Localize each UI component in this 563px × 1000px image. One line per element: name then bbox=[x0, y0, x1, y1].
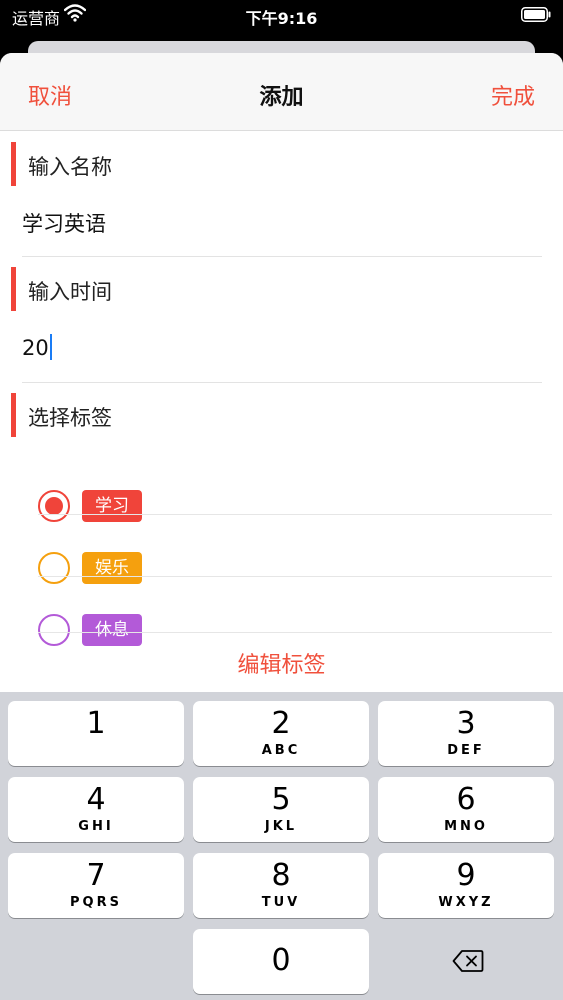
status-time: 下午9:16 bbox=[245, 9, 318, 28]
key-digit: 2 bbox=[271, 706, 291, 741]
tag-row[interactable]: 娱乐 bbox=[38, 538, 552, 599]
key-letters: PQRS bbox=[70, 895, 122, 910]
key-letters: WXYZ bbox=[438, 895, 494, 910]
divider bbox=[22, 256, 542, 257]
key-6[interactable]: 6 MNO bbox=[378, 777, 554, 842]
delete-backspace-icon bbox=[452, 950, 484, 972]
name-section-header: 输入名称 bbox=[0, 142, 563, 186]
key-5[interactable]: 5 JKL bbox=[193, 777, 369, 842]
radio-dot bbox=[45, 497, 63, 515]
section-accent-bar bbox=[11, 142, 16, 186]
tags-section-label: 选择标签 bbox=[28, 406, 112, 430]
tags-section-header: 选择标签 bbox=[0, 393, 563, 437]
tag-chip: 娱乐 bbox=[82, 552, 142, 584]
section-accent-bar bbox=[11, 267, 16, 311]
key-3[interactable]: 3 DEF bbox=[378, 701, 554, 766]
key-digit: 6 bbox=[456, 782, 476, 817]
key-9[interactable]: 9 WXYZ bbox=[378, 853, 554, 918]
key-0[interactable]: 0 bbox=[193, 929, 369, 994]
name-input-value: 学习英语 bbox=[22, 212, 106, 236]
row-divider bbox=[38, 576, 552, 577]
key-1[interactable]: 1 bbox=[8, 701, 184, 766]
key-digit: 7 bbox=[86, 858, 106, 893]
time-section-label: 输入时间 bbox=[28, 280, 112, 304]
key-4[interactable]: 4 GHI bbox=[8, 777, 184, 842]
radio-selected[interactable] bbox=[38, 490, 70, 522]
key-digit: 1 bbox=[86, 706, 106, 741]
time-input[interactable]: 20 bbox=[22, 328, 542, 368]
key-letters: MNO bbox=[444, 819, 488, 834]
row-divider bbox=[38, 632, 552, 633]
tag-row[interactable]: 学习 bbox=[38, 476, 552, 537]
time-section-header: 输入时间 bbox=[0, 267, 563, 311]
status-bar: 运营商 下午9:16 bbox=[0, 0, 563, 32]
done-button[interactable]: 完成 bbox=[491, 79, 535, 111]
page-title: 添加 bbox=[259, 85, 304, 110]
section-accent-bar bbox=[11, 393, 16, 437]
key-letters: DEF bbox=[447, 743, 485, 758]
text-cursor bbox=[49, 334, 52, 360]
key-digit: 0 bbox=[271, 943, 291, 978]
key-digit: 3 bbox=[456, 706, 476, 741]
edit-tags-button[interactable]: 编辑标签 bbox=[0, 647, 563, 679]
divider bbox=[22, 382, 542, 383]
radio-unselected[interactable] bbox=[38, 614, 70, 646]
battery-icon bbox=[521, 7, 551, 22]
key-digit: 4 bbox=[86, 782, 106, 817]
key-letters: ABC bbox=[261, 743, 301, 758]
time-input-value: 20 bbox=[22, 336, 49, 360]
radio-unselected[interactable] bbox=[38, 552, 70, 584]
key-7[interactable]: 7 PQRS bbox=[8, 853, 184, 918]
numeric-keypad: 1 2 ABC 3 DEF 4 GHI 5 JKL 6 MNO 7 PQRS 8 TUV 9 WXYZ 0 bbox=[0, 692, 563, 1000]
navigation-bar: 取消 添加 完成 bbox=[0, 53, 563, 131]
key-letters: GHI bbox=[78, 819, 114, 834]
name-section-label: 输入名称 bbox=[28, 155, 112, 179]
key-digit: 8 bbox=[271, 858, 291, 893]
key-2[interactable]: 2 ABC bbox=[193, 701, 369, 766]
name-input[interactable]: 学习英语 bbox=[22, 202, 542, 242]
tag-chip: 学习 bbox=[82, 490, 142, 522]
row-divider bbox=[38, 514, 552, 515]
key-8[interactable]: 8 TUV bbox=[193, 853, 369, 918]
key-letters: TUV bbox=[261, 895, 301, 910]
key-letters: JKL bbox=[264, 819, 298, 834]
key-digit: 9 bbox=[456, 858, 476, 893]
tag-chip: 休息 bbox=[82, 614, 142, 646]
key-digit: 5 bbox=[271, 782, 291, 817]
delete-key[interactable] bbox=[378, 929, 554, 994]
